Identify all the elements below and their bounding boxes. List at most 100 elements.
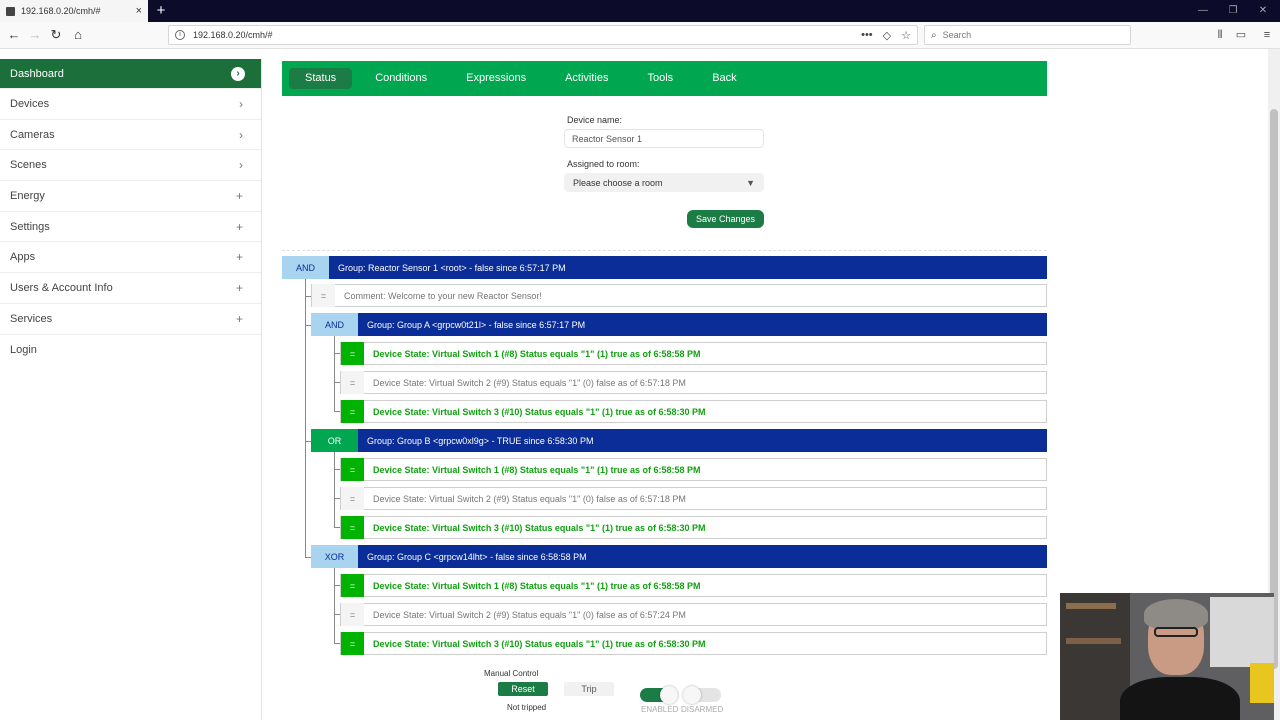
plus-icon: +: [235, 188, 243, 203]
room-label: Assigned to room:: [567, 159, 640, 169]
equals-icon: =: [341, 342, 364, 365]
tree-connector: [305, 279, 306, 557]
chevron-right-icon: ›: [239, 127, 243, 142]
room-select[interactable]: Please choose a room ▼: [564, 173, 764, 192]
url-bar[interactable]: i 192.168.0.20/cmh/# ••• ◇ ☆: [168, 25, 918, 45]
chevron-right-icon: ›: [231, 66, 245, 81]
device-name-label: Device name:: [567, 115, 623, 125]
info-icon[interactable]: i: [175, 30, 185, 40]
save-changes-button[interactable]: Save Changes: [687, 210, 764, 228]
group-c-row[interactable]: XOR Group: Group C <grpcw14lht> - false …: [311, 545, 1047, 568]
sidebar-item-cameras[interactable]: Cameras ›: [0, 120, 261, 151]
library-icon[interactable]: ⫴: [1211, 26, 1229, 44]
sidebar-item-apps[interactable]: Apps +: [0, 242, 261, 274]
sidebar-item-label: Apps: [10, 251, 36, 264]
tab-back[interactable]: Back: [696, 68, 752, 89]
enabled-label: ENABLED: [641, 705, 679, 714]
equals-icon: =: [341, 603, 364, 626]
comment-row[interactable]: = Comment: Welcome to your new Reactor S…: [311, 284, 1047, 307]
minimize-button[interactable]: —: [1188, 0, 1218, 22]
reset-button[interactable]: Reset: [498, 682, 548, 696]
browser-tab[interactable]: 192.168.0.20/cmh/# ×: [0, 0, 148, 22]
equals-icon: =: [341, 574, 364, 597]
condition-text: Device State: Virtual Switch 2 (#9) Stat…: [373, 377, 686, 388]
sidebar-item-energy[interactable]: Energy +: [0, 181, 261, 212]
tab-conditions[interactable]: Conditions: [359, 68, 443, 89]
group-title: Group: Group A <grpcw0t21l> - false sinc…: [367, 319, 586, 330]
background-shelf: [1066, 638, 1121, 644]
group-a-row[interactable]: AND Group: Group A <grpcw0t21l> - false …: [311, 313, 1047, 336]
plus-icon: +: [235, 219, 243, 234]
back-icon[interactable]: ←: [4, 25, 24, 45]
forward-icon[interactable]: →: [25, 25, 45, 45]
toggle-knob: [660, 686, 678, 704]
condition-row[interactable]: = Device State: Virtual Switch 1 (#8) St…: [340, 574, 1047, 597]
tab-activities[interactable]: Activities: [549, 68, 624, 89]
sidebar-item-label: Services: [10, 312, 53, 325]
condition-row[interactable]: = Device State: Virtual Switch 3 (#10) S…: [340, 400, 1047, 423]
background-object: [1250, 663, 1274, 703]
tab-close-icon[interactable]: ×: [136, 5, 142, 17]
background-shelf: [1066, 603, 1116, 609]
sidebar-item-services[interactable]: Services +: [0, 304, 261, 335]
more-actions-icon[interactable]: •••: [861, 29, 873, 41]
condition-text: Device State: Virtual Switch 3 (#10) Sta…: [373, 638, 706, 649]
tab-status[interactable]: Status: [289, 68, 353, 89]
armed-toggle[interactable]: [683, 686, 721, 704]
tab-expressions[interactable]: Expressions: [450, 68, 542, 89]
trip-button[interactable]: Trip: [564, 682, 614, 696]
condition-text: Device State: Virtual Switch 1 (#8) Stat…: [373, 348, 701, 359]
menu-icon[interactable]: ≡: [1258, 26, 1276, 44]
condition-row[interactable]: = Device State: Virtual Switch 2 (#9) St…: [340, 603, 1047, 626]
condition-row[interactable]: = Device State: Virtual Switch 3 (#10) S…: [340, 632, 1047, 655]
sidebar-toggle-icon[interactable]: ▭: [1232, 26, 1250, 44]
condition-row[interactable]: = Device State: Virtual Switch 3 (#10) S…: [340, 516, 1047, 539]
tree-connector: [334, 452, 335, 528]
presenter-glasses: [1154, 627, 1198, 637]
home-icon[interactable]: ⌂: [68, 25, 88, 45]
room-select-value: Please choose a room: [573, 177, 663, 188]
sidebar-item-settings[interactable]: Settings +: [0, 212, 261, 243]
group-title: Group: Group B <grpcw0xl9g> - TRUE since…: [367, 435, 594, 446]
group-operator: OR: [311, 429, 358, 452]
toggle-knob: [683, 686, 701, 704]
bookmark-star-icon[interactable]: ☆: [901, 29, 911, 42]
condition-text: Device State: Virtual Switch 1 (#8) Stat…: [373, 464, 701, 475]
group-b-row[interactable]: OR Group: Group B <grpcw0xl9g> - TRUE si…: [311, 429, 1047, 452]
enabled-toggle[interactable]: [640, 686, 678, 704]
sidebar-item-label: Scenes: [10, 159, 47, 172]
window-close-button[interactable]: ✕: [1248, 0, 1278, 22]
new-tab-button[interactable]: +: [152, 1, 170, 21]
condition-text: Device State: Virtual Switch 1 (#8) Stat…: [373, 580, 701, 591]
condition-row[interactable]: = Device State: Virtual Switch 2 (#9) St…: [340, 371, 1047, 394]
group-title: Group: Reactor Sensor 1 <root> - false s…: [338, 262, 566, 273]
equals-icon: =: [312, 284, 335, 307]
tab-tools[interactable]: Tools: [632, 68, 690, 89]
manual-control-label: Manual Control: [484, 669, 539, 678]
sidebar-item-scenes[interactable]: Scenes ›: [0, 150, 261, 182]
restore-button[interactable]: ❐: [1218, 0, 1248, 22]
presenter-hair: [1144, 599, 1208, 629]
sidebar-item-login[interactable]: Login: [0, 335, 261, 366]
equals-icon: =: [341, 487, 364, 510]
condition-row[interactable]: = Device State: Virtual Switch 1 (#8) St…: [340, 458, 1047, 481]
pocket-icon[interactable]: ◇: [883, 29, 891, 42]
group-operator: AND: [311, 313, 358, 336]
equals-icon: =: [341, 516, 364, 539]
sidebar-item-dashboard[interactable]: Dashboard ›: [0, 59, 261, 89]
search-input[interactable]: ⌕ Search: [924, 25, 1131, 45]
scrollbar-thumb[interactable]: [1270, 109, 1278, 669]
url-text: 192.168.0.20/cmh/#: [193, 30, 273, 40]
plus-icon: +: [235, 250, 243, 265]
equals-icon: =: [341, 400, 364, 423]
device-name-field[interactable]: Reactor Sensor 1: [564, 129, 764, 148]
reactor-tab-nav: Status Conditions Expressions Activities…: [282, 61, 1047, 96]
sidebar-item-devices[interactable]: Devices ›: [0, 89, 261, 120]
condition-row[interactable]: = Device State: Virtual Switch 2 (#9) St…: [340, 487, 1047, 510]
chevron-right-icon: ›: [239, 96, 243, 111]
condition-row[interactable]: = Device State: Virtual Switch 1 (#8) St…: [340, 342, 1047, 365]
sidebar-item-users[interactable]: Users & Account Info +: [0, 273, 261, 304]
comment-text: Comment: Welcome to your new Reactor Sen…: [344, 290, 542, 301]
root-group-row[interactable]: AND Group: Reactor Sensor 1 <root> - fal…: [282, 256, 1047, 279]
reload-icon[interactable]: ↻: [46, 25, 66, 45]
